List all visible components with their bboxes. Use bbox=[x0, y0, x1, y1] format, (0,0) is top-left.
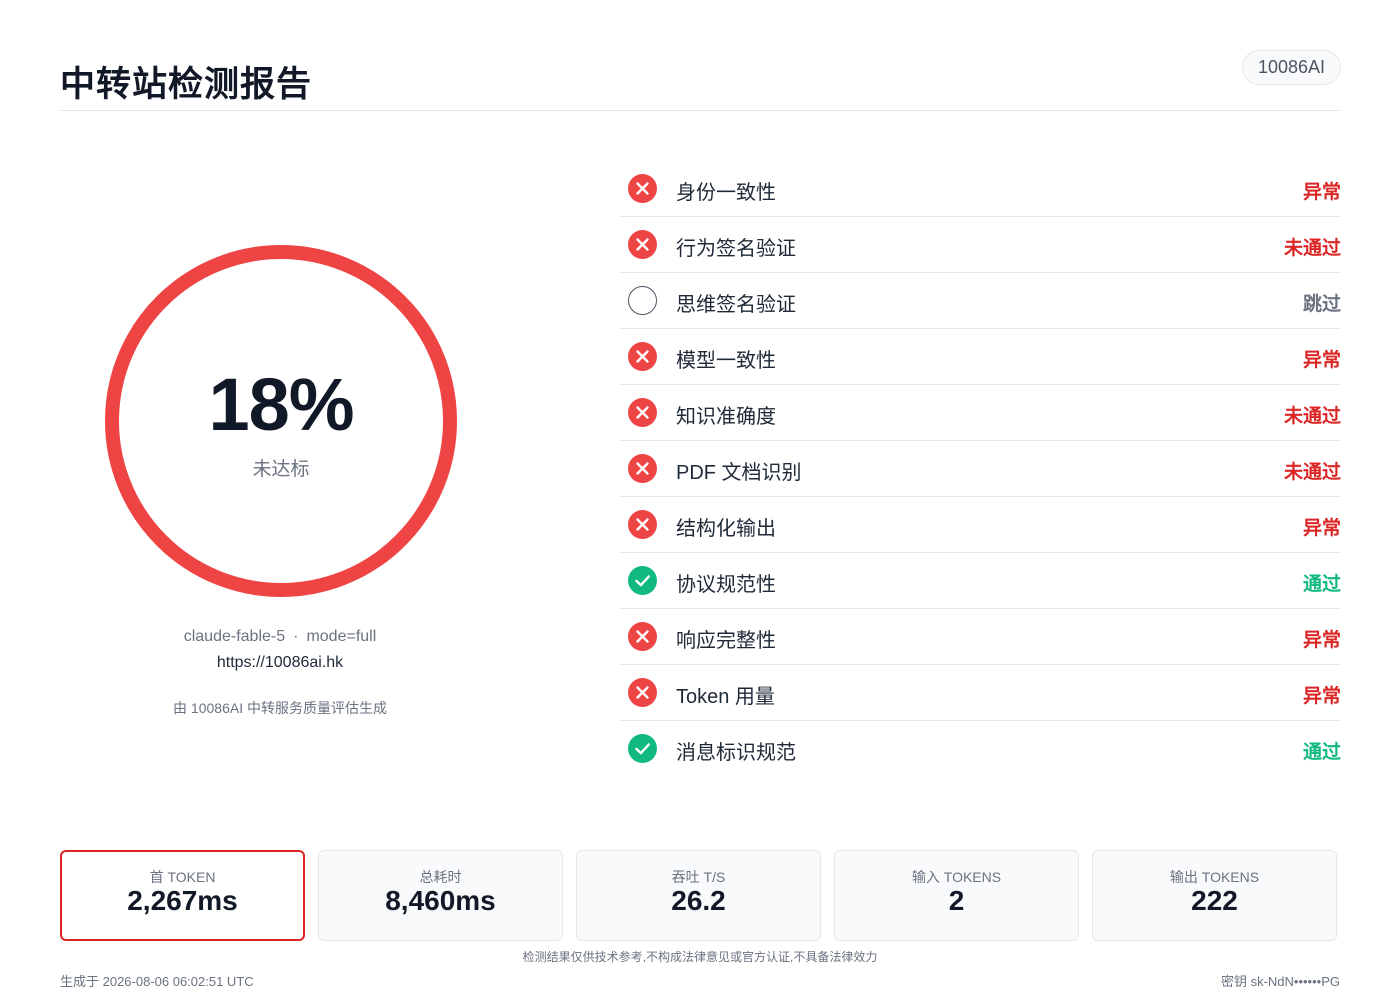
check-row: Token 用量 异常 bbox=[620, 665, 1341, 721]
check-status: 异常 bbox=[1302, 350, 1341, 371]
check-label: 行为签名验证 bbox=[676, 238, 796, 260]
metric-label: 输出 TOKENS bbox=[1169, 869, 1260, 885]
score-ring: 18% 未达标 bbox=[104, 244, 458, 598]
check-status: 异常 bbox=[1302, 630, 1341, 651]
metric-label: 首 TOKEN bbox=[149, 869, 216, 885]
metric-card: 吞吐 T/S 26.2 bbox=[576, 850, 821, 941]
metric-value: 2,267ms bbox=[127, 885, 238, 916]
metric-card: 输出 TOKENS 222 bbox=[1092, 850, 1337, 941]
metric-label: 输入 TOKENS bbox=[911, 869, 1002, 885]
x-circle-icon bbox=[628, 342, 657, 371]
check-row: 知识准确度 未通过 bbox=[620, 385, 1341, 441]
score-panel: 18% 未达标 claude-fable-5 · mode=full https:/… bbox=[60, 160, 500, 760]
check-status: 通过 bbox=[1302, 574, 1341, 595]
separator-dot: · bbox=[293, 628, 299, 645]
check-status: 异常 bbox=[1302, 518, 1341, 539]
score-verdict: 未达标 bbox=[252, 459, 310, 480]
metric-card: 首 TOKEN 2,267ms bbox=[60, 850, 305, 941]
check-row: 身份一致性 异常 bbox=[620, 161, 1341, 217]
check-status: 未通过 bbox=[1283, 406, 1341, 427]
check-row: 结构化输出 异常 bbox=[620, 497, 1341, 553]
metric-card: 输入 TOKENS 2 bbox=[834, 850, 1079, 941]
check-circle-icon bbox=[628, 566, 657, 595]
x-circle-icon bbox=[628, 510, 657, 539]
check-row: 行为签名验证 未通过 bbox=[620, 217, 1341, 273]
check-row: 消息标识规范 通过 bbox=[620, 721, 1341, 777]
check-status: 未通过 bbox=[1283, 462, 1341, 483]
check-row: 思维签名验证 跳过 bbox=[620, 273, 1341, 329]
report-page: 中转站检测报告 10086AI 18% 未达标 claude-fable-5 · m… bbox=[0, 0, 1400, 1000]
empty-circle-icon bbox=[628, 286, 657, 315]
check-label: 协议规范性 bbox=[676, 574, 776, 596]
metrics-row: 首 TOKEN 2,267ms 总耗时 8,460ms 吞吐 T/S 26.2 输入 TOK… bbox=[60, 850, 1340, 941]
score-value: 18% bbox=[208, 363, 354, 446]
metric-value: 222 bbox=[1191, 885, 1238, 916]
check-status: 跳过 bbox=[1302, 294, 1341, 315]
model-name: claude-fable-5 bbox=[183, 628, 286, 645]
check-label: 模型一致性 bbox=[676, 350, 776, 372]
check-label: 响应完整性 bbox=[676, 630, 776, 652]
check-list: 身份一致性 异常 行为签名验证 未通过 思维签名验证 跳过 模型一致性 异常 知识准确度 未通过 P… bbox=[620, 161, 1341, 777]
metric-card: 总耗时 8,460ms bbox=[318, 850, 563, 941]
check-label: 消息标识规范 bbox=[676, 742, 796, 764]
check-row: 响应完整性 异常 bbox=[620, 609, 1341, 665]
mode-label: mode=full bbox=[306, 628, 377, 645]
endpoint-url[interactable]: https://10086ai.hk bbox=[60, 654, 500, 672]
disclaimer: 检测结果仅供技术参考,不构成法律意见或官方认证,不具备法律效力 bbox=[522, 950, 878, 964]
check-label: 思维签名验证 bbox=[676, 294, 796, 316]
masked-api-key: 密钥 sk-NdN••••••PG bbox=[1220, 974, 1340, 989]
metric-label: 吞吐 T/S bbox=[671, 869, 726, 885]
metric-label: 总耗时 bbox=[419, 869, 462, 885]
model-mode-line: claude-fable-5 · mode=full bbox=[60, 628, 500, 646]
x-circle-icon bbox=[628, 398, 657, 427]
check-label: 身份一致性 bbox=[676, 182, 776, 204]
check-label: Token 用量 bbox=[676, 686, 775, 708]
metric-value: 8,460ms bbox=[385, 885, 496, 916]
check-label: 知识准确度 bbox=[676, 406, 776, 428]
x-circle-icon bbox=[628, 622, 657, 651]
check-label: 结构化输出 bbox=[676, 518, 776, 540]
metric-value: 2 bbox=[948, 885, 965, 916]
check-status: 异常 bbox=[1302, 182, 1341, 203]
x-circle-icon bbox=[628, 230, 657, 259]
generated-by-note: 由 10086AI 中转服务质量评估生成 bbox=[173, 700, 387, 716]
page-title: 中转站检测报告 bbox=[60, 65, 313, 104]
check-row: PDF 文档识别 未通过 bbox=[620, 441, 1341, 497]
x-circle-icon bbox=[628, 174, 657, 203]
metric-value: 26.2 bbox=[671, 885, 726, 916]
generated-timestamp: 生成于 2026-08-06 06:02:51 UTC bbox=[60, 974, 254, 989]
x-circle-icon bbox=[628, 454, 657, 483]
x-circle-icon bbox=[628, 678, 657, 707]
check-status: 未通过 bbox=[1283, 238, 1341, 259]
check-status: 通过 bbox=[1302, 742, 1341, 763]
check-label: PDF 文档识别 bbox=[676, 462, 802, 484]
brand-badge: 10086AI bbox=[1241, 50, 1341, 85]
check-status: 异常 bbox=[1302, 686, 1341, 707]
check-row: 协议规范性 通过 bbox=[620, 553, 1341, 609]
report-header: 中转站检测报告 10086AI bbox=[60, 48, 1341, 111]
check-row: 模型一致性 异常 bbox=[620, 329, 1341, 385]
check-circle-icon bbox=[628, 734, 657, 763]
